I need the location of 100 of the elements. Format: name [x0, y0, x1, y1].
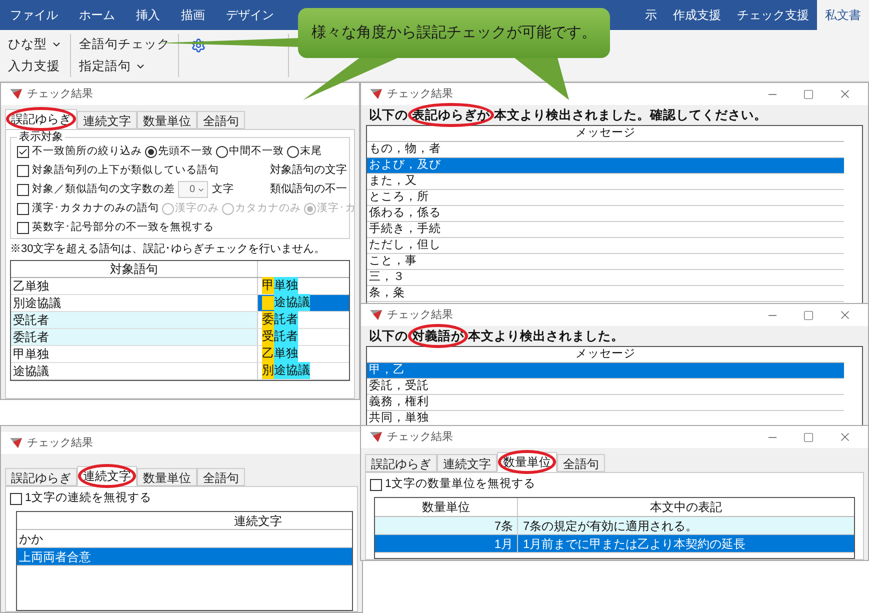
table-cell: 7条: [375, 517, 518, 534]
radio-label: 末尾: [300, 144, 322, 159]
list-row[interactable]: 上両両者合意: [17, 548, 352, 566]
unit-label: 文字: [212, 182, 234, 197]
checkbox-label: 対象／類似語句の文字数の差: [32, 182, 175, 197]
radio-label: 先頭不一致: [158, 144, 213, 159]
ribbon-tab[interactable]: ファイル: [2, 0, 66, 30]
radio-button[interactable]: [287, 146, 299, 158]
table-row[interactable]: 7条 7条の規定が有効に適用される。: [375, 517, 854, 536]
list-row[interactable]: 条，粂: [367, 286, 844, 302]
column-header: 対象語句: [11, 260, 258, 276]
table-cell: 途協議: [11, 362, 258, 378]
checkbox-label: 対象語句列の上下が類似している語句: [32, 162, 219, 178]
ribbon-button[interactable]: 指定語句: [79, 56, 170, 76]
window-title: チェック結果: [387, 430, 453, 445]
ribbon-tab[interactable]: ホーム: [71, 0, 123, 30]
table-cell: 途協議: [258, 294, 349, 310]
checkbox-label: 不一致箇所の絞り込み: [32, 144, 142, 159]
checkbox-label: 英数字･記号部分の不一致を無視する: [32, 220, 214, 235]
gear-icon[interactable]: [191, 38, 206, 53]
tab[interactable]: 連続文字: [77, 111, 137, 129]
tab[interactable]: 全語句: [557, 454, 605, 472]
ribbon-tab[interactable]: チェック支援: [729, 0, 817, 30]
checkbox-label: 1文字の数量単位を無視する: [385, 476, 536, 492]
table-cell: 別途協議: [11, 294, 258, 310]
list-row[interactable]: 義務，権利: [367, 395, 844, 411]
tab[interactable]: 連続文字: [77, 466, 137, 486]
tab[interactable]: 全語句: [197, 111, 245, 129]
list-row[interactable]: もの，物，者: [367, 142, 844, 158]
ribbon-tab[interactable]: 作成支援: [665, 0, 729, 30]
checkbox[interactable]: [10, 492, 22, 505]
app-icon: [9, 88, 23, 100]
spinner-field[interactable]: 0: [178, 181, 208, 198]
ribbon-button[interactable]: 入力支援: [8, 56, 62, 76]
table-cell: 1月: [375, 535, 518, 552]
group-title: 表示対象: [17, 130, 65, 144]
tab[interactable]: 数量単位: [137, 468, 197, 486]
checkbox[interactable]: [17, 202, 29, 214]
table-cell: 乙単独: [11, 278, 258, 294]
tab[interactable]: 誤記ゆらぎ: [5, 468, 77, 486]
list-row[interactable]: 甲，乙: [367, 363, 844, 379]
maximize-icon[interactable]: [803, 432, 814, 442]
column-header: メッセージ: [576, 126, 636, 141]
option-label: 類似語句の不一: [270, 182, 347, 198]
checkbox-label: 漢字･カタカナのみの語句: [32, 200, 159, 216]
column-header: 連続文字: [234, 512, 282, 530]
ribbon-tab[interactable]: 挿入: [128, 0, 168, 30]
ribbon-tab[interactable]: 私文書: [817, 0, 869, 30]
table-cell-text: 1月前までに甲または乙より本契約の延長: [522, 536, 747, 552]
ribbon-tab[interactable]: 示: [637, 0, 665, 30]
radio-button[interactable]: [216, 146, 228, 158]
window-title: チェック結果: [387, 308, 453, 323]
tab[interactable]: 数量単位: [497, 452, 557, 472]
ribbon-tab[interactable]: 描画: [173, 0, 213, 30]
radio-button[interactable]: [145, 146, 157, 158]
radio-label: 漢字のみ: [175, 200, 219, 216]
tab[interactable]: 誤記ゆらぎ: [365, 454, 437, 472]
radio-label: 漢字･カ: [317, 200, 356, 216]
window-title: チェック結果: [27, 436, 93, 451]
list-row[interactable]: 三，３: [367, 270, 844, 286]
app-icon: [369, 431, 383, 443]
window-title: チェック結果: [27, 86, 93, 102]
app-icon: [369, 309, 383, 321]
maximize-icon[interactable]: [803, 88, 814, 100]
list-row[interactable]: 委託，受託: [367, 379, 844, 395]
tab[interactable]: 連続文字: [437, 454, 497, 472]
checkbox[interactable]: [17, 222, 29, 234]
tab[interactable]: 数量単位: [137, 111, 197, 129]
column-header: メッセージ: [576, 346, 636, 362]
column-header: 本文中の表記: [649, 499, 723, 516]
checkbox[interactable]: [370, 478, 382, 491]
maximize-icon[interactable]: [803, 310, 814, 320]
table-cell-text: 7条の規定が有効に適用される。: [522, 518, 699, 534]
checkbox-label: 1文字の連続を無視する: [25, 490, 152, 506]
callout-text: 様々な角度から誤記チェックが可能です。: [312, 22, 596, 43]
checkbox[interactable]: [17, 164, 29, 176]
table-cell: 甲単独: [11, 346, 258, 362]
note-text: ※30文字を超える語句は、誤記･ゆらぎチェックを行いません。: [10, 242, 326, 257]
table-cell: 受託者: [11, 312, 258, 328]
window-title: チェック結果: [387, 86, 453, 102]
column-header: 数量単位: [375, 498, 518, 516]
table-row[interactable]: 1月 1月前までに甲または乙より本契約の延長: [375, 535, 854, 554]
list-row[interactable]: また，又: [367, 174, 844, 190]
list-row[interactable]: 手続き，手続: [367, 222, 844, 238]
list-row[interactable]: こと，事: [367, 254, 844, 270]
ribbon-button[interactable]: ひな型: [8, 35, 62, 54]
ribbon-button[interactable]: 全語句チェック: [79, 35, 170, 54]
list-row[interactable]: ただし，但し: [367, 238, 844, 254]
app-icon: [369, 88, 383, 100]
option-label: 対象語句の文字: [270, 162, 347, 178]
list-row[interactable]: および，及び: [367, 158, 844, 174]
list-row[interactable]: ところ，所: [367, 190, 844, 206]
table-cell: 委託者: [11, 328, 258, 344]
app-icon: [9, 437, 23, 449]
tab[interactable]: 全語句: [197, 468, 245, 486]
checkbox[interactable]: [17, 146, 29, 158]
radio-label: カタカナのみ: [235, 200, 301, 216]
ribbon-tab[interactable]: デザイン: [218, 0, 282, 30]
checkbox[interactable]: [17, 184, 29, 196]
list-row[interactable]: 係わる，係る: [367, 206, 844, 222]
